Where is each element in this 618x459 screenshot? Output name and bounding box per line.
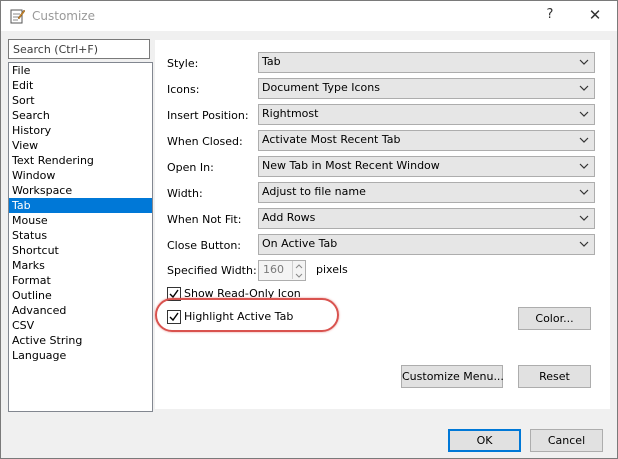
- close-button[interactable]: ✕: [581, 4, 609, 26]
- category-item-search[interactable]: Search: [9, 108, 152, 123]
- customize-menu-button[interactable]: Customize Menu...: [401, 365, 504, 388]
- style-dropdown[interactable]: Tab: [258, 52, 595, 73]
- category-item-marks[interactable]: Marks: [9, 258, 152, 273]
- chevron-down-icon: [579, 215, 589, 221]
- spin-up-icon[interactable]: [292, 261, 305, 270]
- window-title: Customize: [32, 9, 95, 23]
- when-not-fit-value: Add Rows: [262, 211, 316, 224]
- search-box: [8, 39, 150, 59]
- checkbox-checked-icon[interactable]: [167, 310, 181, 324]
- reset-button[interactable]: Reset: [518, 365, 591, 388]
- title-bar: Customize ? ✕: [1, 1, 617, 31]
- search-input[interactable]: [9, 41, 145, 57]
- icons-label: Icons:: [167, 83, 200, 96]
- category-item-tab[interactable]: Tab: [9, 198, 152, 213]
- open-in-dropdown[interactable]: New Tab in Most Recent Window: [258, 156, 595, 177]
- ok-button[interactable]: OK: [448, 429, 521, 452]
- category-list[interactable]: File Edit Sort Search History View Text …: [8, 62, 153, 412]
- icons-value: Document Type Icons: [262, 81, 380, 94]
- insert-position-label: Insert Position:: [167, 109, 249, 122]
- specified-width-spinner[interactable]: 160: [258, 260, 306, 281]
- category-item-history[interactable]: History: [9, 123, 152, 138]
- highlight-active-tab-label: Highlight Active Tab: [184, 310, 294, 323]
- when-not-fit-dropdown[interactable]: Add Rows: [258, 208, 595, 229]
- specified-width-value: 160: [263, 263, 284, 276]
- when-not-fit-label: When Not Fit:: [167, 213, 242, 226]
- category-item-text-rendering[interactable]: Text Rendering: [9, 153, 152, 168]
- width-dropdown[interactable]: Adjust to file name: [258, 182, 595, 203]
- open-in-label: Open In:: [167, 161, 214, 174]
- close-button-value: On Active Tab: [262, 237, 338, 250]
- when-closed-dropdown[interactable]: Activate Most Recent Tab: [258, 130, 595, 151]
- cancel-button[interactable]: Cancel: [530, 429, 603, 452]
- category-item-outline[interactable]: Outline: [9, 288, 152, 303]
- category-item-csv[interactable]: CSV: [9, 318, 152, 333]
- color-button[interactable]: Color...: [518, 307, 591, 330]
- style-value: Tab: [262, 55, 281, 68]
- style-label: Style:: [167, 57, 199, 70]
- width-value: Adjust to file name: [262, 185, 366, 198]
- chevron-down-icon: [579, 111, 589, 117]
- chevron-down-icon: [579, 137, 589, 143]
- category-item-view[interactable]: View: [9, 138, 152, 153]
- close-button-label: Close Button:: [167, 239, 242, 252]
- pixels-unit-label: pixels: [316, 263, 348, 276]
- when-closed-label: When Closed:: [167, 135, 243, 148]
- when-closed-value: Activate Most Recent Tab: [262, 133, 401, 146]
- category-item-edit[interactable]: Edit: [9, 78, 152, 93]
- chevron-down-icon: [579, 163, 589, 169]
- chevron-down-icon: [579, 189, 589, 195]
- chevron-down-icon: [579, 59, 589, 65]
- category-item-format[interactable]: Format: [9, 273, 152, 288]
- category-item-advanced[interactable]: Advanced: [9, 303, 152, 318]
- category-item-workspace[interactable]: Workspace: [9, 183, 152, 198]
- insert-position-dropdown[interactable]: Rightmost: [258, 104, 595, 125]
- category-item-sort[interactable]: Sort: [9, 93, 152, 108]
- width-label: Width:: [167, 187, 203, 200]
- category-item-file[interactable]: File: [9, 63, 152, 78]
- icons-dropdown[interactable]: Document Type Icons: [258, 78, 595, 99]
- notepad-app-icon: [9, 8, 26, 24]
- category-item-active-string[interactable]: Active String: [9, 333, 152, 348]
- category-item-window[interactable]: Window: [9, 168, 152, 183]
- chevron-down-icon: [579, 241, 589, 247]
- category-item-status[interactable]: Status: [9, 228, 152, 243]
- help-button[interactable]: ?: [539, 4, 561, 26]
- open-in-value: New Tab in Most Recent Window: [262, 159, 440, 172]
- category-item-language[interactable]: Language: [9, 348, 152, 363]
- tab-settings-panel: Style: Tab Icons: Document Type Icons In…: [155, 40, 610, 409]
- spin-down-icon[interactable]: [292, 270, 305, 279]
- category-item-shortcut[interactable]: Shortcut: [9, 243, 152, 258]
- category-item-mouse[interactable]: Mouse: [9, 213, 152, 228]
- chevron-down-icon: [579, 85, 589, 91]
- close-button-dropdown[interactable]: On Active Tab: [258, 234, 595, 255]
- specified-width-label: Specified Width:: [167, 264, 257, 277]
- insert-position-value: Rightmost: [262, 107, 319, 120]
- customize-dialog: Customize ? ✕ File Edit Sort Search Hist…: [0, 0, 618, 459]
